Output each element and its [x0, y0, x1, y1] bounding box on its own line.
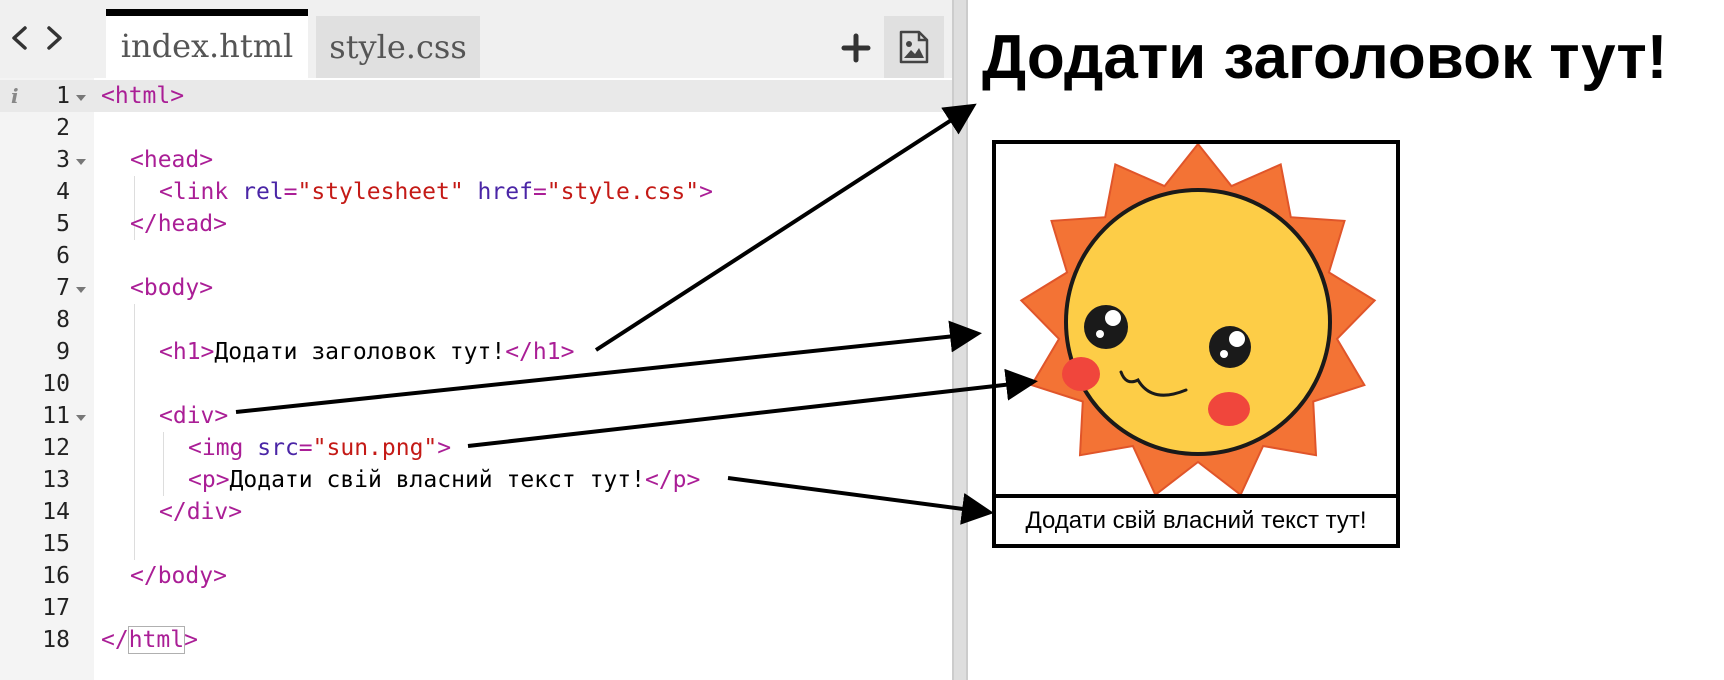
indent-guide: [134, 304, 135, 560]
pane-splitter[interactable]: [952, 0, 968, 680]
line-number: 4: [56, 179, 70, 205]
html-tag: >: [184, 627, 198, 653]
chevron-left-icon[interactable]: [6, 24, 34, 52]
html-tag: >: [437, 435, 452, 461]
preview-caption: Додати свій власний текст тут!: [996, 494, 1396, 544]
line-number: 14: [42, 499, 70, 525]
line-number: 2: [56, 115, 70, 141]
attribute-name: rel: [242, 179, 284, 205]
fold-arrow-icon[interactable]: [75, 144, 87, 176]
code-line[interactable]: <head>: [130, 144, 213, 176]
code-line[interactable]: <h1>Додати заголовок тут!</h1>: [159, 336, 574, 368]
html-tag: </div>: [159, 499, 243, 525]
code-line[interactable]: <body>: [130, 272, 213, 304]
attribute-value: "style.css": [546, 179, 700, 205]
html-tag: >: [699, 179, 713, 205]
equals: =: [283, 179, 298, 205]
html-tag: <div>: [159, 403, 229, 429]
sun-image: [996, 144, 1396, 494]
add-image-button[interactable]: [884, 16, 944, 78]
preview-heading: Додати заголовок тут!: [982, 23, 1668, 92]
fold-arrow-icon[interactable]: [75, 272, 87, 304]
code-line[interactable]: <html>: [101, 80, 184, 112]
line-number: 17: [42, 595, 70, 621]
preview-card: Додати свій власний текст тут!: [992, 140, 1400, 548]
html-tag: <body>: [130, 275, 214, 301]
indent-guide: [163, 432, 164, 496]
html-tag: <p>: [188, 467, 230, 493]
matched-tag-name: html: [127, 626, 186, 654]
line-number: 5: [56, 211, 70, 237]
html-tag: </h1>: [505, 339, 575, 365]
code-line[interactable]: <img src="sun.png">: [188, 432, 451, 464]
attribute-name: src: [257, 435, 299, 461]
code-line[interactable]: </div>: [159, 496, 242, 528]
tab-style-css[interactable]: style.css: [316, 16, 480, 78]
tab-index-html[interactable]: index.html: [106, 9, 308, 78]
line-number: 18: [42, 627, 70, 653]
html-tag: </p>: [644, 467, 701, 493]
equals: =: [298, 435, 313, 461]
chevron-right-icon[interactable]: [40, 24, 68, 52]
line-number: 8: [56, 307, 70, 333]
code-editor: index.html style.css i 1 2 3 4 5 6 7 8 9…: [0, 0, 952, 680]
code-text: Додати свій власний текст тут!: [229, 467, 645, 493]
html-tag: <html>: [101, 83, 185, 109]
line-number: 3: [56, 147, 70, 173]
attribute-value: "sun.png": [312, 435, 438, 461]
preview-pane: Додати заголовок тут! Додати свій власни…: [968, 0, 1724, 680]
line-number: 11: [42, 403, 70, 429]
line-number: 7: [56, 275, 70, 301]
code-line[interactable]: </body>: [130, 560, 227, 592]
line-number: 10: [42, 371, 70, 397]
fold-arrow-icon[interactable]: [75, 80, 87, 112]
equals: =: [532, 179, 547, 205]
line-number: 6: [56, 243, 70, 269]
image-icon: [899, 30, 929, 64]
editor-toolbar: index.html style.css: [0, 0, 952, 78]
html-tag: <img: [188, 435, 244, 461]
html-tag: </body>: [130, 563, 227, 589]
line-number: 16: [42, 563, 70, 589]
code-line[interactable]: <div>: [159, 400, 228, 432]
line-number: 9: [56, 339, 70, 365]
fold-arrow-icon[interactable]: [75, 400, 87, 432]
line-number: 15: [42, 531, 70, 557]
html-tag: </head>: [130, 211, 227, 237]
code-line[interactable]: </head>: [130, 208, 227, 240]
html-tag: <h1>: [159, 339, 215, 365]
line-number: 12: [42, 435, 70, 461]
attribute-value: "stylesheet": [297, 179, 464, 205]
html-tag: </: [101, 627, 129, 653]
code-line[interactable]: <p>Додати свій власний текст тут!</p>: [188, 464, 700, 496]
attribute-name: href: [477, 179, 533, 205]
code-line[interactable]: <link rel="stylesheet" href="style.css">: [159, 176, 713, 208]
line-number: 1: [56, 83, 70, 109]
html-tag: <link: [159, 179, 229, 205]
code-text: Додати заголовок тут!: [214, 339, 506, 365]
html-tag: <head>: [130, 147, 214, 173]
plus-icon[interactable]: [836, 28, 876, 68]
line-number: 13: [42, 467, 70, 493]
code-line[interactable]: </html>: [101, 624, 198, 656]
